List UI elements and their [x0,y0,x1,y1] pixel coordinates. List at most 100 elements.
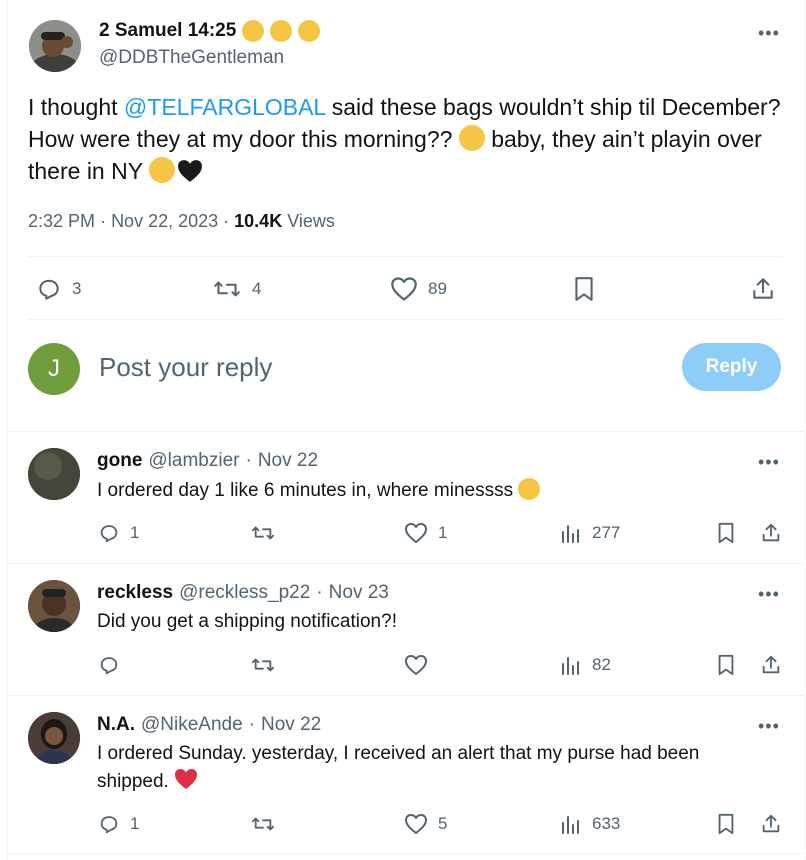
relieved-face-emoji-icon [270,20,293,42]
views-action[interactable]: 633 [560,813,620,835]
retweet-action[interactable] [250,654,286,676]
share-action[interactable] [760,654,782,676]
views-action[interactable]: 277 [560,522,620,544]
views-count: 277 [592,523,621,542]
reply-action[interactable] [98,654,130,676]
bookmark-action[interactable] [716,654,736,676]
reply-avatar[interactable] [28,712,80,764]
reply-avatar[interactable] [28,580,80,632]
reply-author-name[interactable]: gone [97,450,142,472]
reply-text: I ordered Sunday. yesterday, I received … [97,740,787,799]
like-action[interactable]: 1 [404,522,447,544]
retweet-icon [252,658,274,672]
retweet-action[interactable] [250,522,286,544]
retweet-action[interactable]: 4 [212,276,261,302]
bookmark-action[interactable] [716,813,736,835]
reply-text: Did you get a shipping notification?! [97,611,397,632]
more-options-icon[interactable]: ••• [758,453,780,471]
tweet-text-part: there in NY [28,158,150,184]
views-action[interactable]: 82 [560,654,611,676]
share-icon [762,814,780,833]
tweet-text: I thought @TELFARGLOBAL said these bags … [28,91,788,191]
like-action[interactable] [404,654,438,676]
crying-face-emoji-icon [149,157,176,183]
share-icon [753,278,773,299]
compose-avatar[interactable]: J [28,343,80,395]
meta-separator: · [100,211,112,231]
bookmark-action[interactable] [572,276,596,302]
author-handle[interactable]: @DDBTheGentleman [99,47,284,69]
share-action[interactable] [750,276,776,302]
like-count: 1 [438,523,448,542]
heart-icon [405,523,427,543]
analytics-icon [562,816,579,834]
reply-text-part: shipped. [97,771,175,792]
retweet-icon [252,526,274,540]
reply-author-handle[interactable]: @reckless_p22 [179,582,310,604]
bookmark-icon [718,654,734,676]
divider [28,319,782,320]
author-name[interactable]: 2 Samuel 14:25 [99,20,236,42]
views-label: Views [287,211,335,231]
reply-text-part: I ordered day 1 like 6 minutes in, where… [97,480,519,501]
reply-author-handle[interactable]: @NikeAnde [141,714,243,736]
upside-down-face-emoji-icon [242,20,265,42]
like-action[interactable]: 5 [404,813,447,835]
analytics-icon [562,525,579,543]
share-action[interactable] [760,522,782,544]
mention-link[interactable]: @TELFARGLOBAL [124,94,325,120]
bookmark-icon [575,277,593,301]
reply-author-handle[interactable]: @lambzier [148,450,239,472]
tweet-text-part: baby, they ain’t playin over [484,126,762,152]
winking-face-emoji-icon [298,20,321,42]
retweet-count: 4 [252,279,262,298]
tweet-date[interactable]: Nov 22, 2023 [111,211,218,231]
section-divider [8,431,804,432]
views-count: 82 [592,655,611,674]
tweet-text-part: said these bags wouldn’t ship til Decemb… [325,94,781,120]
more-options-icon[interactable]: ••• [758,24,780,42]
black-heart-emoji-icon [177,159,203,191]
tweet-time[interactable]: 2:32 PM [28,211,95,231]
share-action[interactable] [760,813,782,835]
reply-action[interactable]: 3 [36,276,81,302]
reply-icon [100,657,118,675]
author-avatar[interactable] [29,20,81,72]
views-count: 633 [592,814,621,833]
reply-button[interactable]: Reply [682,343,781,391]
analytics-icon [562,657,579,675]
retweet-action[interactable] [250,813,286,835]
heart-icon [405,655,427,675]
reply-icon [100,816,118,834]
reply-action[interactable]: 1 [98,522,139,544]
reply-date[interactable]: Nov 23 [329,582,389,604]
divider [28,256,782,257]
meta-separator: · [316,582,323,603]
reply-avatar[interactable] [28,448,80,500]
reply-date[interactable]: Nov 22 [258,450,318,472]
reply-count: 1 [130,523,140,542]
reply-count: 3 [72,279,82,298]
bookmark-icon [718,813,734,835]
more-options-icon[interactable]: ••• [758,585,780,603]
reply-input[interactable]: Post your reply [99,352,272,383]
reply-icon [39,279,59,300]
reply-action[interactable]: 1 [98,813,139,835]
reply-text-line: I ordered Sunday. yesterday, I received … [97,743,700,764]
meta-separator: · [223,211,235,231]
exploding-head-emoji-icon [458,125,485,151]
reply-count: 1 [130,814,140,833]
reply-divider [8,563,804,564]
retweet-icon [214,281,240,297]
bookmark-action[interactable] [716,522,736,544]
reply-divider [8,695,804,696]
reply-divider [8,853,804,854]
heart-icon [405,814,427,834]
tweet-text-part: I thought [28,94,124,120]
like-count: 89 [428,279,447,298]
reply-date[interactable]: Nov 22 [261,714,321,736]
reply-author-name[interactable]: N.A. [97,714,135,736]
like-action[interactable]: 89 [390,276,447,302]
more-options-icon[interactable]: ••• [758,717,780,735]
reply-author-name[interactable]: reckless [97,582,173,604]
